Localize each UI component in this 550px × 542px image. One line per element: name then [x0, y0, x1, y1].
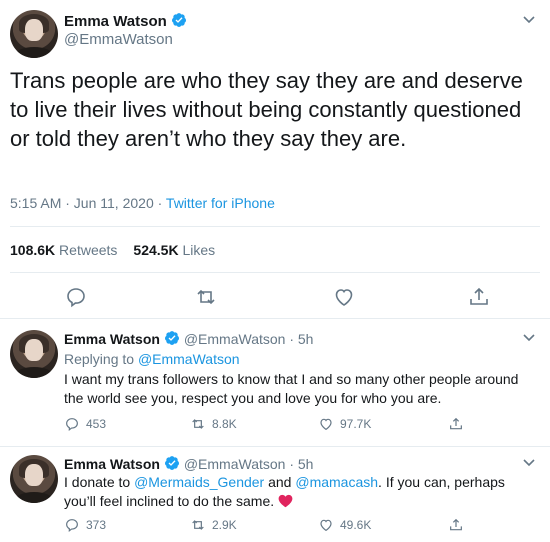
author-handle[interactable]: @EmmaWatson — [64, 31, 173, 48]
like-icon[interactable] — [332, 285, 356, 309]
share-action[interactable] — [448, 517, 464, 533]
reply-icon[interactable] — [64, 285, 88, 309]
mention-link[interactable]: @mamacash — [295, 474, 378, 490]
tweet-text: I donate to @Mermaids_Gender and @mamaca… — [64, 473, 540, 511]
mention-link[interactable]: @Mermaids_Gender — [134, 474, 264, 490]
author-name[interactable]: Emma Watson — [64, 331, 160, 347]
divider — [10, 226, 540, 227]
like-action[interactable]: 49.6K — [318, 517, 371, 533]
reply-action[interactable]: 373 — [64, 517, 106, 533]
tweet-timestamp: 5:15 AM · Jun 11, 2020 · Twitter for iPh… — [10, 195, 275, 211]
author-name-text[interactable]: Emma Watson — [64, 13, 167, 30]
reply-count: 373 — [86, 518, 107, 532]
text-segment: I donate to — [64, 474, 135, 490]
like-count: 49.6K — [340, 518, 372, 532]
like-icon — [320, 519, 332, 532]
retweets-stat[interactable]: 108.6K Retweets — [10, 242, 117, 258]
reply-header: Emma Watson @EmmaWatson · 5h — [64, 455, 313, 472]
replying-to-link[interactable]: @EmmaWatson — [138, 351, 240, 367]
replying-to: Replying to @EmmaWatson — [64, 350, 540, 369]
divider — [0, 318, 550, 319]
red-heart-emoji — [278, 494, 293, 508]
share-icon[interactable] — [467, 285, 491, 309]
verified-badge-icon — [171, 13, 186, 27]
retweet-count: 2.9K — [212, 518, 237, 532]
retweet-icon — [192, 419, 204, 429]
handle-and-time[interactable]: @EmmaWatson · 5h — [180, 331, 314, 347]
reply-tweet[interactable]: Emma Watson @EmmaWatson · 5h I donate to… — [0, 447, 550, 542]
chevron-down-icon[interactable] — [522, 12, 536, 29]
like-count: 97.7K — [340, 417, 372, 431]
retweet-count: 8.8K — [212, 417, 237, 431]
share-icon — [450, 518, 462, 531]
reply-action[interactable]: 453 — [64, 416, 106, 432]
share-icon — [450, 417, 462, 430]
tweet-actions: 453 8.8K 97.7K — [64, 416, 524, 436]
reply-icon — [66, 519, 78, 532]
verified-badge-icon — [164, 331, 179, 345]
handle-and-time[interactable]: @EmmaWatson · 5h — [180, 456, 314, 472]
like-action[interactable]: 97.7K — [318, 416, 371, 432]
likes-stat[interactable]: 524.5K Likes — [133, 242, 215, 258]
reply-count: 453 — [86, 417, 107, 431]
retweet-action[interactable]: 8.8K — [190, 416, 237, 432]
tweet-source[interactable]: Twitter for iPhone — [166, 195, 275, 211]
divider — [10, 272, 540, 273]
reply-tweet[interactable]: Emma Watson @EmmaWatson · 5h Replying to… — [0, 322, 550, 444]
engagement-stats: 108.6K Retweets 524.5K Likes — [10, 242, 215, 258]
verified-badge-icon — [164, 456, 179, 470]
chevron-down-icon[interactable] — [522, 455, 536, 472]
reply-icon — [66, 418, 78, 431]
tweet-text: I want my trans followers to know that I… — [64, 371, 519, 406]
author-name[interactable]: Emma Watson — [64, 12, 187, 30]
tweet-text: Trans people are who they say they are a… — [10, 68, 523, 151]
text-segment: and — [264, 474, 296, 490]
replying-to-prefix: Replying to — [64, 351, 138, 367]
likes-label: Likes — [178, 242, 216, 258]
author-name[interactable]: Emma Watson — [64, 456, 160, 472]
reply-header: Emma Watson @EmmaWatson · 5h — [64, 330, 313, 347]
chevron-down-icon[interactable] — [522, 330, 536, 347]
like-icon — [320, 418, 332, 431]
likes-count: 524.5K — [133, 242, 179, 258]
share-action[interactable] — [448, 416, 464, 432]
retweets-label: Retweets — [55, 242, 118, 258]
timestamp[interactable]: 5:15 AM · Jun 11, 2020 · — [10, 195, 166, 211]
avatar[interactable] — [10, 10, 58, 58]
retweet-icon — [192, 520, 204, 530]
avatar[interactable] — [10, 455, 58, 503]
retweets-count: 108.6K — [10, 242, 56, 258]
avatar[interactable] — [10, 330, 58, 378]
retweet-action[interactable]: 2.9K — [190, 517, 237, 533]
retweet-icon[interactable] — [194, 285, 218, 309]
tweet-actions: 373 2.9K 49.6K — [64, 517, 524, 537]
